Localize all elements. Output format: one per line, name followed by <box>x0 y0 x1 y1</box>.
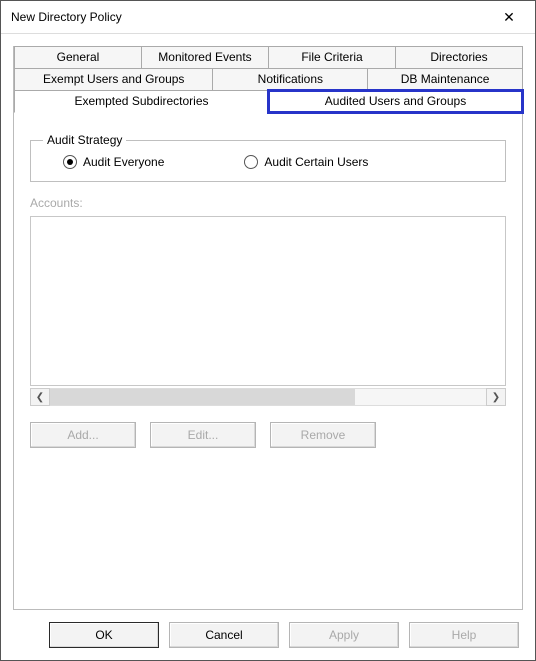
help-button[interactable]: Help <box>409 622 519 648</box>
tab-directories[interactable]: Directories <box>395 46 523 69</box>
ok-button[interactable]: OK <box>49 622 159 648</box>
radio-label: Audit Certain Users <box>264 155 368 169</box>
window-title: New Directory Policy <box>11 10 122 24</box>
audit-strategy-legend: Audit Strategy <box>43 133 126 147</box>
accounts-label: Accounts: <box>30 196 506 210</box>
close-icon: ✕ <box>503 9 515 26</box>
titlebar: New Directory Policy ✕ <box>1 1 535 34</box>
dialog-button-row: OK Cancel Apply Help <box>13 610 523 652</box>
tab-panel-audited-users: Audit Strategy Audit Everyone Audit Cert… <box>14 113 522 609</box>
edit-button[interactable]: Edit... <box>150 422 256 448</box>
cancel-button[interactable]: Cancel <box>169 622 279 648</box>
close-button[interactable]: ✕ <box>489 3 529 31</box>
tab-general[interactable]: General <box>14 46 142 69</box>
account-buttons-row: Add... Edit... Remove <box>30 422 506 448</box>
audit-strategy-group: Audit Strategy Audit Everyone Audit Cert… <box>30 133 506 182</box>
tab-strip: General Monitored Events File Criteria D… <box>14 47 522 113</box>
tab-exempted-subdirectories[interactable]: Exempted Subdirectories <box>14 90 269 113</box>
radio-audit-everyone[interactable]: Audit Everyone <box>63 155 164 169</box>
radio-icon <box>244 155 258 169</box>
radio-icon <box>63 155 77 169</box>
dialog-window: New Directory Policy ✕ General Monitored… <box>0 0 536 661</box>
tab-container: General Monitored Events File Criteria D… <box>13 46 523 610</box>
tab-audited-users-groups[interactable]: Audited Users and Groups <box>268 90 523 113</box>
accounts-hscrollbar[interactable]: ❮ ❯ <box>30 388 506 406</box>
tab-db-maintenance[interactable]: DB Maintenance <box>367 68 523 91</box>
tab-exempt-users-groups[interactable]: Exempt Users and Groups <box>14 68 213 91</box>
radio-audit-certain-users[interactable]: Audit Certain Users <box>244 155 368 169</box>
remove-button[interactable]: Remove <box>270 422 376 448</box>
apply-button[interactable]: Apply <box>289 622 399 648</box>
scroll-left-icon[interactable]: ❮ <box>30 388 50 406</box>
add-button[interactable]: Add... <box>30 422 136 448</box>
tab-notifications[interactable]: Notifications <box>212 68 368 91</box>
tab-monitored-events[interactable]: Monitored Events <box>141 46 269 69</box>
scroll-track[interactable] <box>50 388 486 406</box>
accounts-listbox[interactable] <box>30 216 506 386</box>
client-area: General Monitored Events File Criteria D… <box>1 34 535 660</box>
scroll-thumb[interactable] <box>50 389 355 405</box>
tab-file-criteria[interactable]: File Criteria <box>268 46 396 69</box>
radio-label: Audit Everyone <box>83 155 164 169</box>
scroll-right-icon[interactable]: ❯ <box>486 388 506 406</box>
